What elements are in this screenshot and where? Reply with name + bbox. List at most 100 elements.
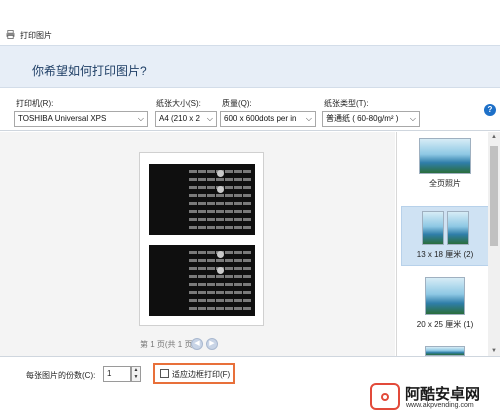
scroll-up-icon[interactable]: ▲ <box>488 132 500 142</box>
preview-photo-detail <box>217 170 224 177</box>
preview-photo-detail <box>198 202 206 205</box>
paper-type-value: 普通纸 ( 60-80g/m² ) <box>326 114 399 123</box>
fit-frame-label[interactable]: 适应边框打印(F) <box>172 369 230 380</box>
preview-photo-detail <box>225 210 233 213</box>
preview-photo-detail <box>207 218 215 221</box>
layout-list[interactable]: 全页照片 13 x 18 厘米 (2) 20 x 25 厘米 (1) <box>396 132 500 356</box>
preview-photo-detail <box>198 307 206 310</box>
preview-photo-detail <box>225 178 233 181</box>
preview-photo-detail <box>198 218 206 221</box>
copies-label: 每张图片的份数(C): <box>26 371 96 380</box>
chevron-down-icon: ⌵ <box>305 114 312 123</box>
preview-photo-detail <box>225 275 233 278</box>
printer-value: TOSHIBA Universal XPS <box>18 114 107 123</box>
preview-photo-detail <box>243 267 251 270</box>
preview-photo-detail <box>216 210 224 213</box>
preview-photo-detail <box>234 210 242 213</box>
preview-photo-detail <box>243 259 251 262</box>
fit-frame-checkbox[interactable] <box>160 369 169 378</box>
preview-photo-detail <box>198 170 206 173</box>
preview-photo-detail <box>189 170 197 173</box>
watermark-logo-icon <box>370 383 400 410</box>
preview-photo-detail <box>198 194 206 197</box>
preview-photo-detail <box>243 226 251 229</box>
dialog-header: 你希望如何打印图片? <box>0 45 500 88</box>
preview-photo-detail <box>243 218 251 221</box>
preview-photo-detail <box>243 210 251 213</box>
preview-photo-detail <box>216 178 224 181</box>
preview-photo-detail <box>207 202 215 205</box>
preview-photo-detail <box>216 218 224 221</box>
preview-photo-detail <box>234 267 242 270</box>
quality-label: 质量(Q): <box>222 99 252 108</box>
chevron-down-icon: ⌵ <box>206 114 213 123</box>
preview-photo-detail <box>207 275 215 278</box>
layout-thumbnail <box>446 211 469 245</box>
preview-photo-detail <box>243 275 251 278</box>
copies-stepper[interactable]: ▲ ▼ <box>131 366 141 382</box>
preview-photo-detail <box>189 194 197 197</box>
printer-label: 打印机(R): <box>16 99 54 108</box>
paper-size-select[interactable]: A4 (210 x 2 ⌵ <box>155 111 217 127</box>
paper-type-select[interactable]: 普通纸 ( 60-80g/m² ) ⌵ <box>322 111 420 127</box>
chevron-down-icon: ⌵ <box>137 114 144 123</box>
preview-photo-detail <box>243 202 251 205</box>
help-icon[interactable]: ? <box>484 104 496 116</box>
preview-photo-detail <box>243 307 251 310</box>
title-bar: 打印图片 <box>0 0 500 45</box>
scrollbar-thumb[interactable] <box>490 146 498 246</box>
layout-label: 13 x 18 厘米 (2) <box>416 250 474 259</box>
preview-photo-detail <box>216 283 224 286</box>
preview-photo-detail <box>189 291 197 294</box>
page-info: 第 1 页(共 1 页) <box>140 340 196 349</box>
preview-photo-detail <box>207 267 215 270</box>
preview-photo-detail <box>189 226 197 229</box>
layout-thumbnail <box>419 138 471 174</box>
paper-size-value: A4 (210 x 2 <box>159 114 200 123</box>
preview-photo-detail <box>198 275 206 278</box>
layout-thumbnail <box>421 211 444 245</box>
preview-photo-detail <box>243 251 251 254</box>
layout-item-next[interactable] <box>401 346 489 356</box>
fit-frame-highlight: 适应边框打印(F) <box>153 363 235 384</box>
preview-photo-detail <box>216 291 224 294</box>
preview-photo-detail <box>198 226 206 229</box>
watermark-name: 阿酷安卓网 <box>405 386 481 403</box>
preview-photo-detail <box>198 299 206 302</box>
preview-photo-detail <box>198 259 206 262</box>
preview-photo-detail <box>234 178 242 181</box>
preview-photo-detail <box>234 186 242 189</box>
quality-select[interactable]: 600 x 600dots per in ⌵ <box>220 111 316 127</box>
layout-thumbnail <box>425 277 465 315</box>
preview-photo-top <box>149 164 255 235</box>
copies-input[interactable]: 1 <box>103 366 131 382</box>
preview-photo-detail <box>234 299 242 302</box>
preview-photo-detail <box>207 299 215 302</box>
preview-page <box>139 152 264 326</box>
preview-photo-detail <box>243 291 251 294</box>
layout-scrollbar[interactable]: ▲ ▼ <box>488 132 500 356</box>
layout-item-20x25[interactable]: 20 x 25 厘米 (1) <box>401 277 489 337</box>
window-title: 打印图片 <box>20 31 52 40</box>
layout-item-full-page[interactable]: 全页照片 <box>401 138 489 198</box>
arrow-left-icon[interactable]: ◀ <box>191 338 203 350</box>
preview-photo-detail <box>189 178 197 181</box>
preview-photo-detail <box>225 307 233 310</box>
preview-photo-detail <box>225 202 233 205</box>
scroll-down-icon[interactable]: ▼ <box>488 346 500 356</box>
preview-photo-detail <box>217 251 224 258</box>
preview-photo-detail <box>225 251 233 254</box>
preview-photo-detail <box>189 202 197 205</box>
preview-photo-detail <box>207 170 215 173</box>
layout-item-13x18[interactable]: 13 x 18 厘米 (2) <box>401 206 489 266</box>
paper-size-label: 纸张大小(S): <box>156 99 201 108</box>
printer-select[interactable]: TOSHIBA Universal XPS ⌵ <box>14 111 148 127</box>
preview-photo-detail <box>216 299 224 302</box>
preview-photo-detail <box>207 291 215 294</box>
arrow-right-icon[interactable]: ▶ <box>206 338 218 350</box>
watermark: 阿酷安卓网 www.akpvending.com <box>370 380 495 414</box>
preview-photo-detail <box>207 259 215 262</box>
preview-photo-detail <box>234 275 242 278</box>
preview-photo-detail <box>189 210 197 213</box>
preview-photo-detail <box>207 226 215 229</box>
